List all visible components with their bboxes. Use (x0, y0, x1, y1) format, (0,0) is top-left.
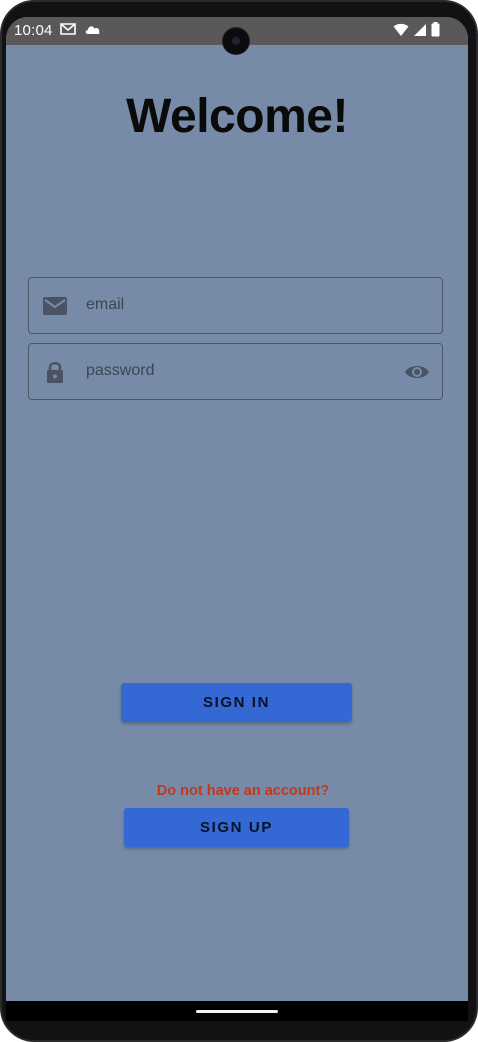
battery-icon (431, 22, 440, 37)
lock-icon (47, 361, 63, 383)
gmail-icon (60, 23, 76, 35)
welcome-title: Welcome! (126, 90, 348, 143)
navigation-bar (6, 1001, 468, 1021)
status-notification-icons (60, 23, 101, 35)
wifi-icon (393, 23, 409, 36)
eye-icon[interactable] (404, 360, 430, 384)
mail-icon (43, 297, 67, 315)
sign-in-button[interactable]: SIGN IN (121, 683, 352, 722)
status-time: 10:04 (14, 22, 53, 39)
email-field[interactable] (28, 277, 443, 334)
signal-icon (414, 23, 426, 36)
password-input[interactable] (86, 344, 386, 398)
password-field[interactable] (28, 343, 443, 400)
front-camera (223, 28, 249, 54)
app-screen: 10:04 Welcome! email SIGN IN Do not have… (6, 17, 468, 1017)
email-input[interactable] (86, 278, 386, 332)
home-gesture-handle[interactable] (196, 1010, 278, 1013)
sign-up-button[interactable]: SIGN UP (124, 808, 349, 847)
status-system-icons (393, 22, 440, 37)
no-account-prompt: Do not have an account? (156, 783, 330, 799)
cloud-icon (85, 25, 100, 34)
phone-frame: 10:04 Welcome! email SIGN IN Do not have… (0, 0, 478, 1042)
